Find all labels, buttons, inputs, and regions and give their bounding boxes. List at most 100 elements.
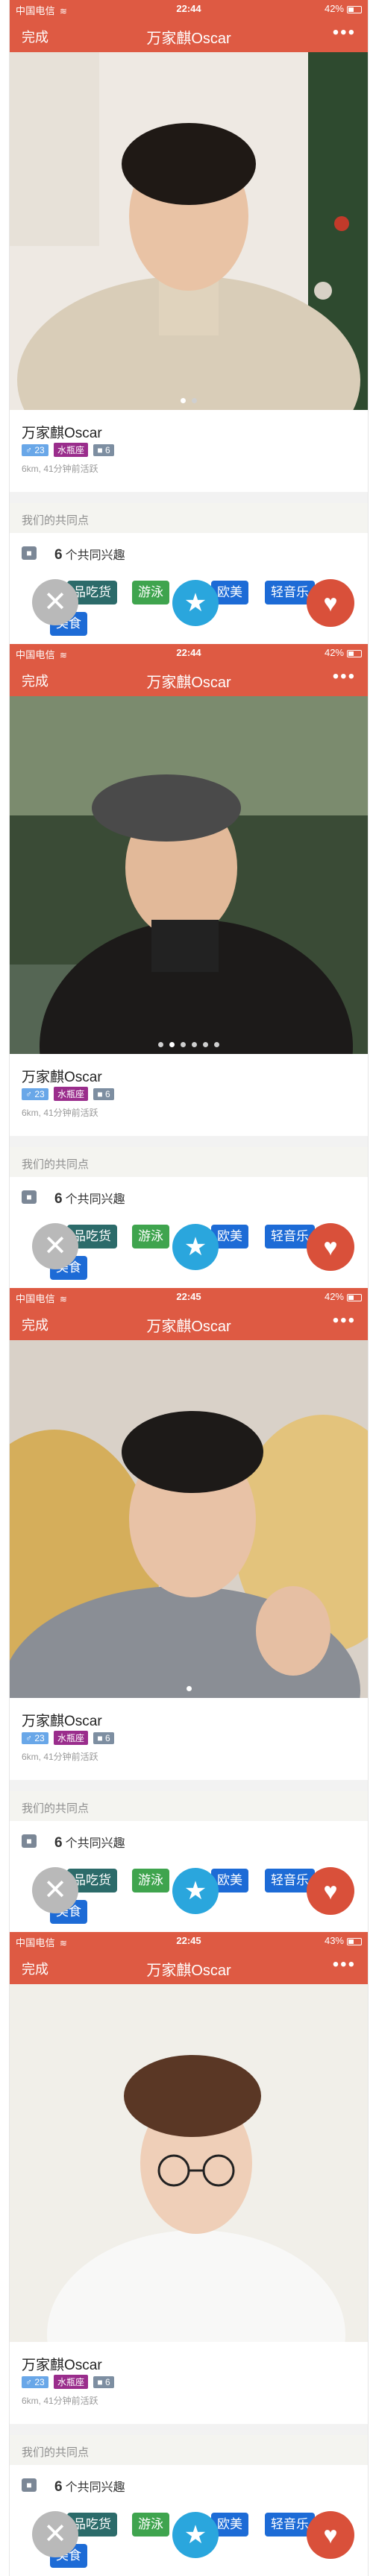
profile-info: 万家麒Oscar ♂ 23 水瓶座 ■ 6 6km, 41分钟前活跃: [10, 2342, 368, 2424]
dislike-button[interactable]: ✕: [32, 1867, 78, 1913]
common-count-number: 6: [54, 1835, 63, 1851]
heart-icon: ♥: [323, 1234, 338, 1260]
common-count-label: 个共同兴趣: [65, 549, 125, 562]
profile-photo[interactable]: [10, 1340, 368, 1698]
more-icon[interactable]: •••: [333, 1310, 356, 1331]
work-badge: ■ 6: [93, 1732, 114, 1744]
common-interests: ■ 6 个共同兴趣 品吃货 游泳 欧美 轻音乐 美食 ✕ ★ ♥: [10, 1821, 368, 1932]
battery-icon: [347, 1937, 362, 1945]
more-icon[interactable]: •••: [333, 666, 356, 687]
section-header: 我们的共同点: [10, 503, 368, 533]
profile-photo[interactable]: [10, 52, 368, 410]
battery-icon: [347, 1293, 362, 1301]
common-count-label: 个共同兴趣: [65, 1193, 125, 1206]
dislike-button[interactable]: ✕: [32, 2511, 78, 2557]
interest-tag: 游泳: [132, 581, 169, 604]
pager-dot[interactable]: [169, 1042, 175, 1047]
common-count: 6 个共同兴趣: [54, 545, 125, 564]
battery-percent: 42%: [324, 3, 344, 14]
profile-photo[interactable]: [10, 1984, 368, 2342]
zodiac-badge: 水瓶座: [54, 2375, 89, 2389]
photo-illustration: [10, 52, 368, 410]
common-interests: ■ 6 个共同兴趣 品吃货 游泳 欧美 轻音乐 美食 ✕ ★ ♥: [10, 1177, 368, 1288]
briefcase-icon: ■: [22, 1834, 37, 1848]
like-button[interactable]: ♥: [307, 579, 354, 627]
battery-icon: [347, 649, 362, 657]
battery-percent: 43%: [324, 1935, 344, 1946]
photo-pager[interactable]: [10, 1038, 368, 1051]
briefcase-icon: ■: [97, 2377, 103, 2387]
pager-dot[interactable]: [181, 398, 186, 403]
profile-info: 万家麒Oscar ♂ 23 水瓶座 ■ 6 6km, 41分钟前活跃: [10, 410, 368, 492]
like-button[interactable]: ♥: [307, 1223, 354, 1271]
star-icon: ★: [184, 589, 207, 617]
pager-dot[interactable]: [186, 1686, 192, 1691]
briefcase-icon: ■: [97, 1733, 103, 1743]
section-title: 我们的共同点: [22, 1158, 90, 1171]
more-icon[interactable]: •••: [333, 1954, 356, 1975]
briefcase-icon: ■: [97, 1089, 103, 1099]
superlike-button[interactable]: ★: [172, 1224, 219, 1270]
close-icon: ✕: [43, 1231, 67, 1262]
photo-illustration: [10, 696, 368, 1054]
age-badge: ♂ 23: [22, 1732, 48, 1744]
work-badge: ■ 6: [93, 2376, 114, 2388]
profile-name: 万家麒Oscar: [22, 1070, 102, 1085]
pager-dot[interactable]: [203, 1042, 208, 1047]
battery-percent: 42%: [324, 647, 344, 658]
profile-name: 万家麒Oscar: [22, 2358, 102, 2373]
pager-dot[interactable]: [192, 1042, 197, 1047]
star-icon: ★: [184, 1877, 207, 1905]
distance-activity: 6km, 41分钟前活跃: [22, 2396, 98, 2406]
pager-dot[interactable]: [214, 1042, 219, 1047]
work-count: 6: [104, 2377, 110, 2387]
common-count-label: 个共同兴趣: [65, 1837, 125, 1850]
photo-pager[interactable]: [10, 1682, 368, 1695]
section-header: 我们的共同点: [10, 1791, 368, 1821]
superlike-button[interactable]: ★: [172, 2512, 219, 2558]
page-title: 万家麒Oscar: [146, 675, 231, 691]
briefcase-icon: ■: [22, 1190, 37, 1204]
dislike-button[interactable]: ✕: [32, 1223, 78, 1269]
section-title: 我们的共同点: [22, 2446, 90, 2459]
common-count-number: 6: [54, 547, 63, 563]
superlike-button[interactable]: ★: [172, 1868, 219, 1914]
like-button[interactable]: ♥: [307, 2511, 354, 2559]
more-icon[interactable]: •••: [333, 22, 356, 43]
interest-tag: 游泳: [132, 2513, 169, 2536]
pager-dot[interactable]: [158, 1042, 163, 1047]
page-title: 万家麒Oscar: [146, 31, 231, 47]
nav-bar: 完成 万家麒Oscar •••: [10, 1304, 368, 1340]
briefcase-icon: ■: [22, 2478, 37, 2492]
common-count: 6 个共同兴趣: [54, 2477, 125, 2496]
status-bar: 中国电信 ≋ 22:45 43%: [10, 1932, 368, 1948]
dislike-button[interactable]: ✕: [32, 579, 78, 625]
clock: 22:45: [176, 1291, 201, 1302]
status-bar: 中国电信 ≋ 22:44 42%: [10, 644, 368, 660]
page-title: 万家麒Oscar: [146, 1319, 231, 1335]
screen-3: 中国电信 ≋ 22:45 42% 完成 万家麒Oscar ••• 万家麒Oscar…: [9, 1288, 369, 1932]
heart-icon: ♥: [323, 1878, 338, 1904]
battery-percent: 42%: [324, 1291, 344, 1302]
pager-dot[interactable]: [181, 1042, 186, 1047]
section-title: 我们的共同点: [22, 514, 90, 527]
page-title: 万家麒Oscar: [146, 1963, 231, 1979]
interest-tag: 游泳: [132, 1225, 169, 1248]
age-badge: ♂ 23: [22, 444, 48, 456]
zodiac-badge: 水瓶座: [54, 1087, 89, 1101]
superlike-button[interactable]: ★: [172, 580, 219, 626]
photo-pager[interactable]: [10, 394, 368, 407]
pager-dot[interactable]: [192, 398, 197, 403]
photo-illustration: [10, 1984, 368, 2342]
screen-2: 中国电信 ≋ 22:44 42% 完成 万家麒Oscar ••• 万家麒Oscar…: [9, 644, 369, 1288]
interest-tag: 游泳: [132, 1869, 169, 1892]
close-icon: ✕: [43, 2519, 67, 2550]
briefcase-icon: ■: [97, 445, 103, 455]
clock: 22:44: [176, 3, 201, 14]
work-count: 6: [104, 1089, 110, 1099]
work-count: 6: [104, 445, 110, 455]
briefcase-icon: ■: [22, 546, 37, 560]
heart-icon: ♥: [323, 2522, 338, 2548]
like-button[interactable]: ♥: [307, 1867, 354, 1915]
profile-photo[interactable]: [10, 696, 368, 1054]
